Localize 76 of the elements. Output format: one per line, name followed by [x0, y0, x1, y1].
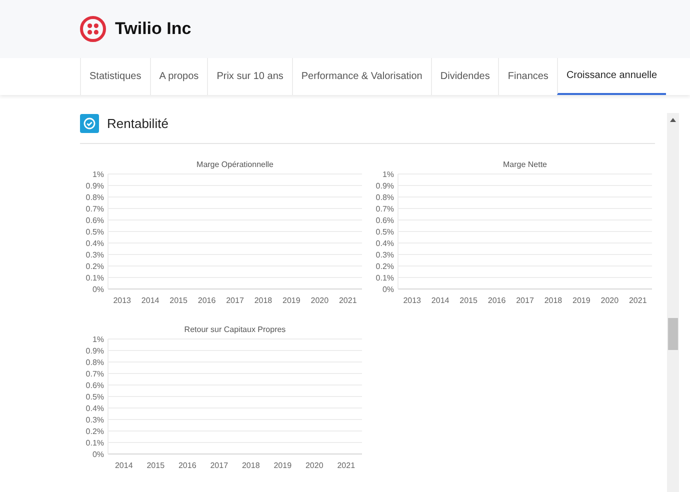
- tab[interactable]: Prix sur 10 ans: [207, 58, 292, 95]
- x-axis-label: 2021: [629, 296, 647, 305]
- x-axis-label: 2018: [544, 296, 562, 305]
- check-badge-icon: [80, 114, 99, 132]
- x-axis-label: 2014: [431, 296, 450, 305]
- y-axis-label: 0.3%: [86, 416, 104, 424]
- x-axis-label: 2014: [141, 296, 160, 305]
- y-axis-label: 0.9%: [86, 346, 104, 356]
- x-axis-label: 2016: [178, 461, 196, 470]
- x-axis-label: 2013: [113, 296, 131, 305]
- x-axis-label: 2017: [210, 461, 228, 470]
- y-axis-label: 0.6%: [86, 216, 104, 225]
- y-axis-label: 1%: [382, 170, 394, 179]
- y-axis-label: 0.8%: [376, 193, 394, 202]
- y-axis-label: 0%: [92, 285, 104, 294]
- x-axis-label: 2013: [403, 296, 421, 305]
- tab[interactable]: Dividendes: [430, 58, 498, 95]
- y-axis-label: 0.4%: [86, 239, 104, 248]
- x-axis-label: 2021: [337, 461, 356, 470]
- y-axis-label: 0.1%: [86, 274, 104, 282]
- y-axis-label: 0.2%: [376, 262, 394, 271]
- scroll-up-icon[interactable]: [670, 118, 676, 122]
- company-title: Twilio Inc: [115, 19, 192, 39]
- tab[interactable]: Statistiques: [80, 58, 150, 95]
- y-axis-label: 0.3%: [86, 250, 104, 260]
- chart-title: Marge Opérationnelle: [196, 160, 274, 169]
- y-axis-label: 0.5%: [86, 392, 104, 402]
- x-axis-label: 2016: [488, 296, 506, 305]
- y-axis-label: 0.5%: [376, 228, 394, 236]
- y-axis-label: 1%: [92, 335, 104, 344]
- y-axis-label: 0.7%: [86, 204, 104, 214]
- section-title: Rentabilité: [107, 116, 168, 130]
- x-axis-label: 2016: [198, 296, 216, 305]
- scrollbar-thumb[interactable]: [668, 318, 678, 350]
- y-axis-label: 0.1%: [86, 438, 104, 448]
- y-axis-label: 0.4%: [86, 404, 104, 413]
- y-axis-label: 0.8%: [86, 193, 104, 202]
- x-axis-label: 2021: [339, 296, 357, 305]
- x-axis-label: 2015: [170, 296, 188, 305]
- tab[interactable]: Finances: [498, 58, 557, 95]
- y-axis-label: 0.5%: [86, 228, 104, 236]
- scrollbar[interactable]: [667, 113, 679, 492]
- x-axis-label: 2019: [274, 461, 292, 470]
- y-axis-label: 1%: [92, 170, 104, 179]
- x-axis-label: 2015: [460, 296, 478, 305]
- x-axis-label: 2017: [516, 296, 534, 305]
- y-axis-label: 0.7%: [376, 204, 394, 214]
- tab[interactable]: Performance & Valorisation: [292, 58, 431, 95]
- x-axis-label: 2018: [242, 461, 260, 470]
- chart-title: Retour sur Capitaux Propres: [184, 325, 286, 334]
- y-axis-label: 0.7%: [86, 370, 104, 378]
- x-axis-label: 2020: [600, 296, 619, 305]
- tab[interactable]: A propos: [150, 58, 208, 95]
- x-axis-label: 2015: [146, 461, 165, 470]
- y-axis-label: 0.3%: [376, 250, 394, 260]
- y-axis-label: 0.9%: [376, 182, 394, 190]
- y-axis-label: 0.9%: [86, 182, 104, 190]
- x-axis-label: 2020: [310, 296, 329, 305]
- chart-title: Marge Nette: [502, 160, 548, 169]
- y-axis-label: 0.4%: [376, 239, 394, 248]
- logo-icon: [80, 16, 106, 42]
- y-axis-label: 0%: [92, 450, 104, 459]
- y-axis-label: 0.6%: [376, 216, 394, 225]
- y-axis-label: 0.1%: [376, 274, 394, 282]
- x-axis-label: 2019: [282, 296, 300, 305]
- tab[interactable]: Croissance annuelle: [556, 58, 666, 95]
- x-axis-label: 2018: [254, 296, 272, 305]
- y-axis-label: 0.8%: [86, 358, 104, 367]
- x-axis-label: 2020: [305, 461, 324, 470]
- x-axis-label: 2017: [226, 296, 244, 305]
- x-axis-label: 2014: [114, 461, 133, 470]
- y-axis-label: 0.2%: [86, 262, 104, 271]
- y-axis-label: 0%: [382, 285, 394, 294]
- y-axis-label: 0.6%: [86, 381, 104, 390]
- x-axis-label: 2019: [572, 296, 590, 305]
- y-axis-label: 0.2%: [86, 427, 104, 436]
